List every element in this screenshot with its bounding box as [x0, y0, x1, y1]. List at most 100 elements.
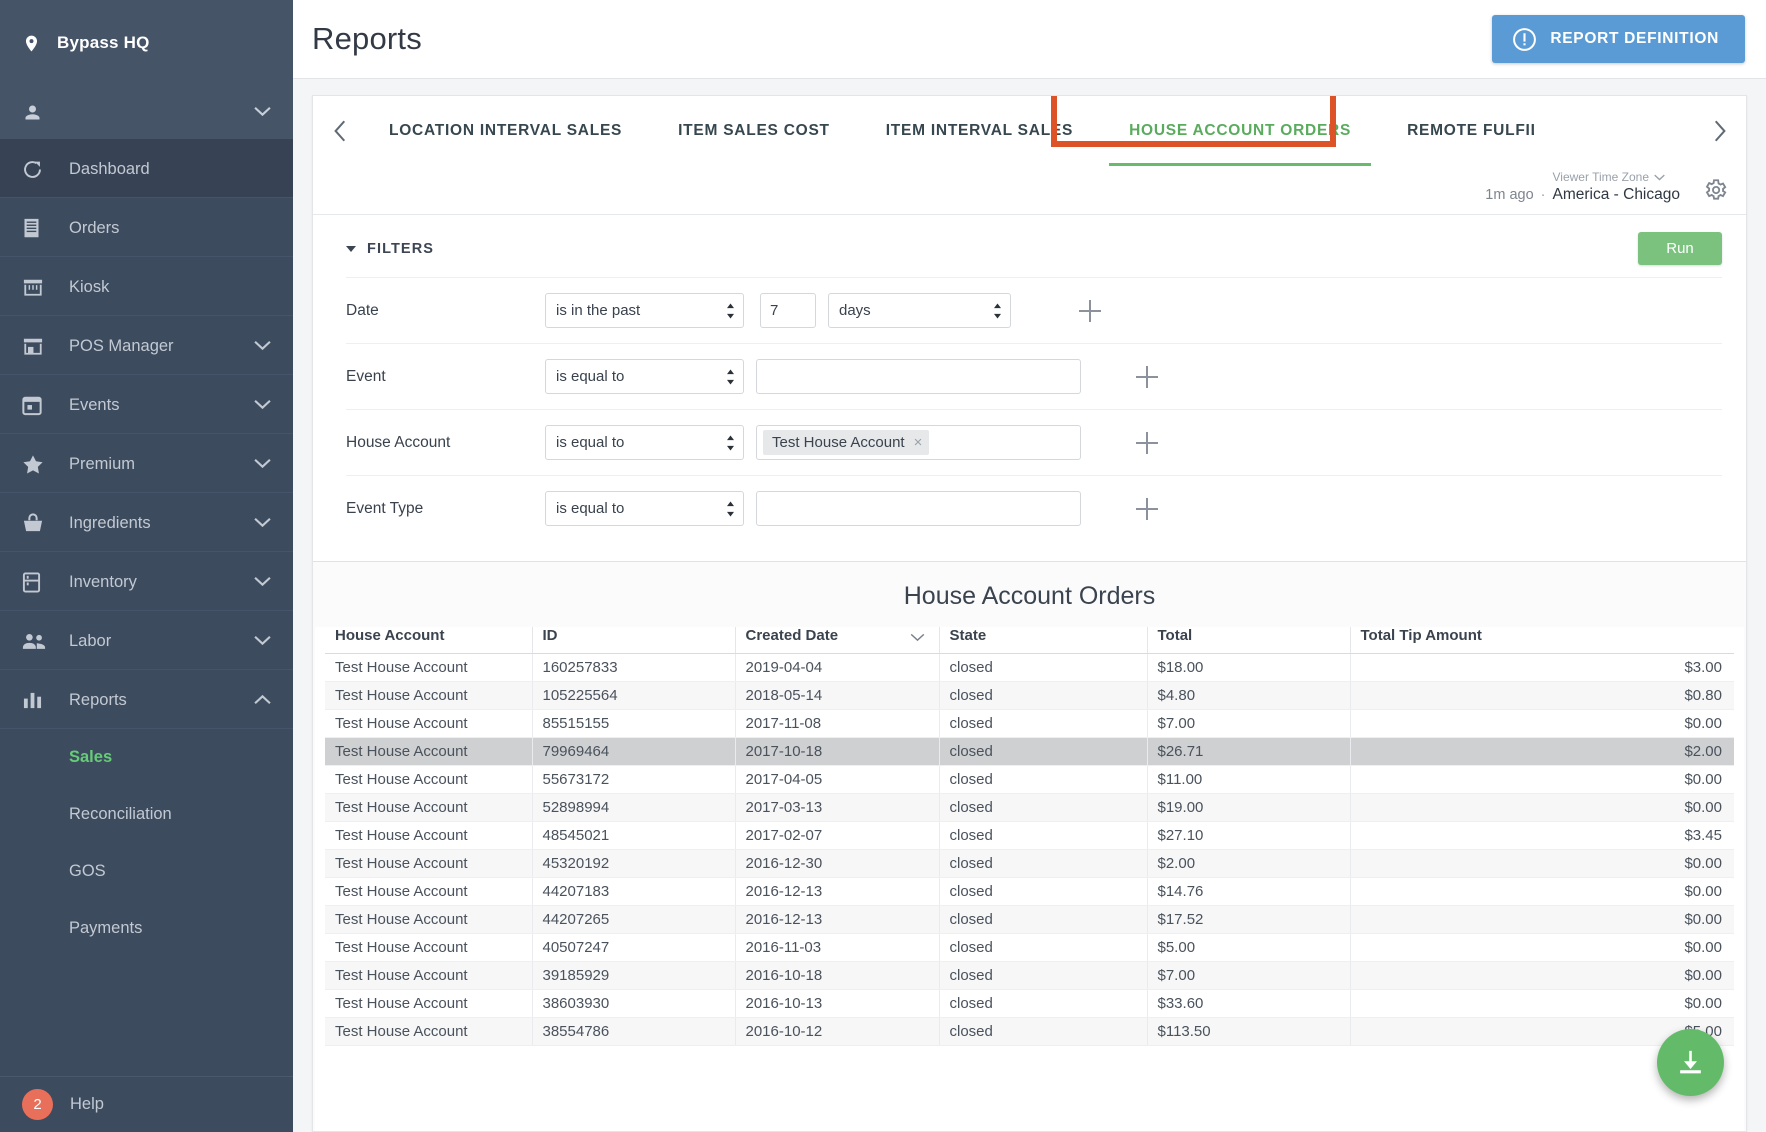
- sidebar-item-label: Premium: [69, 455, 254, 474]
- cell-tip: $0.00: [1350, 878, 1734, 906]
- chevron-down-icon: [910, 629, 925, 646]
- tab-item-interval-sales[interactable]: ITEM INTERVAL SALES: [858, 96, 1101, 166]
- cell-total: $17.52: [1147, 906, 1350, 934]
- cell-id: 55673172: [532, 766, 735, 794]
- content: LOCATION INTERVAL SALES ITEM SALES COST …: [293, 79, 1766, 1132]
- filter-event-value-input[interactable]: [756, 359, 1081, 394]
- table-row[interactable]: Test House Account 40507247 2016-11-03 c…: [325, 934, 1734, 962]
- column-header-house-account[interactable]: House Account: [325, 627, 532, 654]
- sidebar-subitem-gos[interactable]: GOS: [0, 843, 293, 900]
- table-row[interactable]: Test House Account 85515155 2017-11-08 c…: [325, 710, 1734, 738]
- sidebar-item-label: POS Manager: [69, 337, 254, 356]
- table-row[interactable]: Test House Account 44207265 2016-12-13 c…: [325, 906, 1734, 934]
- sidebar-item-labor[interactable]: Labor: [0, 611, 293, 670]
- add-filter-event-type-button[interactable]: [1136, 498, 1158, 520]
- filter-operator-house-account[interactable]: is equal to: [545, 425, 744, 460]
- sidebar-item-premium[interactable]: Premium: [0, 434, 293, 493]
- sidebar-item-reports[interactable]: Reports: [0, 670, 293, 729]
- table-row[interactable]: Test House Account 79969464 2017-10-18 c…: [325, 738, 1734, 766]
- cell-created-date: 2019-04-04: [735, 654, 939, 682]
- filters-header[interactable]: FILTERS Run: [346, 232, 1722, 265]
- download-fab-button[interactable]: [1657, 1029, 1724, 1096]
- cell-tip: $0.00: [1350, 766, 1734, 794]
- column-header-state[interactable]: State: [939, 627, 1147, 654]
- chevron-down-icon: [254, 573, 271, 592]
- viewer-time-zone-label: Viewer Time Zone: [1553, 170, 1666, 185]
- tabs-prev-arrow[interactable]: [319, 96, 361, 166]
- cell-tip: $3.00: [1350, 654, 1734, 682]
- close-icon[interactable]: ×: [914, 434, 923, 451]
- sidebar-user-menu[interactable]: [0, 86, 293, 139]
- cell-state: closed: [939, 710, 1147, 738]
- sidebar-subitem-sales[interactable]: Sales: [0, 729, 293, 786]
- filter-label-event-type: Event Type: [346, 500, 545, 518]
- gear-icon[interactable]: [1702, 177, 1728, 204]
- viewer-time-zone[interactable]: Viewer Time Zone America - Chicago: [1553, 170, 1681, 204]
- filter-operator-event-select[interactable]: is equal to: [545, 359, 744, 394]
- report-definition-label: REPORT DEFINITION: [1550, 30, 1719, 48]
- chevron-up-icon: [254, 691, 271, 710]
- tabs-next-arrow[interactable]: [1698, 96, 1740, 166]
- cell-id: 38603930: [532, 990, 735, 1018]
- table-row[interactable]: Test House Account 45320192 2016-12-30 c…: [325, 850, 1734, 878]
- table-row[interactable]: Test House Account 160257833 2019-04-04 …: [325, 654, 1734, 682]
- table-row[interactable]: Test House Account 48545021 2017-02-07 c…: [325, 822, 1734, 850]
- sidebar-item-inventory[interactable]: Inventory: [0, 552, 293, 611]
- filter-date-amount-input[interactable]: [760, 293, 816, 328]
- filter-house-account-token-field[interactable]: Test House Account ×: [756, 425, 1081, 460]
- sidebar-item-label: Kiosk: [69, 278, 271, 297]
- table-row[interactable]: Test House Account 38603930 2016-10-13 c…: [325, 990, 1734, 1018]
- cell-house-account: Test House Account: [325, 1018, 532, 1046]
- tab-remote-fulfillment[interactable]: REMOTE FULFILLMENT: [1379, 96, 1534, 166]
- sidebar-subitem-reconciliation[interactable]: Reconciliation: [0, 786, 293, 843]
- add-filter-event-button[interactable]: [1136, 366, 1158, 388]
- table-row[interactable]: Test House Account 44207183 2016-12-13 c…: [325, 878, 1734, 906]
- column-header-created-date[interactable]: Created Date: [735, 627, 939, 654]
- add-filter-house-account-button[interactable]: [1136, 432, 1158, 454]
- sidebar-item-dashboard[interactable]: Dashboard: [0, 139, 293, 198]
- tab-house-account-orders[interactable]: HOUSE ACCOUNT ORDERS: [1101, 96, 1379, 166]
- help-label: Help: [70, 1095, 104, 1114]
- chevron-down-icon: [254, 455, 271, 474]
- sidebar-item-ingredients[interactable]: Ingredients: [0, 493, 293, 552]
- add-filter-date-button[interactable]: [1079, 300, 1101, 322]
- filter-operator-event-type[interactable]: is equal to: [545, 491, 744, 526]
- cell-id: 44207265: [532, 906, 735, 934]
- cell-created-date: 2016-10-12: [735, 1018, 939, 1046]
- calendar-icon: [22, 395, 48, 416]
- table-row[interactable]: Test House Account 38554786 2016-10-12 c…: [325, 1018, 1734, 1046]
- filter-date-unit[interactable]: days: [828, 293, 1011, 328]
- tab-item-sales-cost[interactable]: ITEM SALES COST: [650, 96, 858, 166]
- cell-id: 39185929: [532, 962, 735, 990]
- results-table-wrapper[interactable]: House Account ID Created Date State: [315, 627, 1744, 1131]
- report-definition-button[interactable]: REPORT DEFINITION: [1492, 15, 1745, 63]
- sidebar-subitem-payments[interactable]: Payments: [0, 900, 293, 957]
- sidebar-help[interactable]: 2 Help: [0, 1076, 293, 1132]
- filter-operator-date[interactable]: is in the past: [545, 293, 744, 328]
- column-header-id[interactable]: ID: [532, 627, 735, 654]
- table-row[interactable]: Test House Account 39185929 2016-10-18 c…: [325, 962, 1734, 990]
- column-header-total-tip-amount[interactable]: Total Tip Amount: [1350, 627, 1734, 654]
- sidebar-item-events[interactable]: Events: [0, 375, 293, 434]
- table-row[interactable]: Test House Account 52898994 2017-03-13 c…: [325, 794, 1734, 822]
- column-header-total[interactable]: Total: [1147, 627, 1350, 654]
- table-row[interactable]: Test House Account 55673172 2017-04-05 c…: [325, 766, 1734, 794]
- sidebar-brand[interactable]: Bypass HQ: [0, 0, 293, 86]
- filter-operator-date-select[interactable]: is in the past: [545, 293, 744, 328]
- main-area: Reports REPORT DEFINITION LOCATION INTER…: [293, 0, 1766, 1132]
- table-row[interactable]: Test House Account 105225564 2018-05-14 …: [325, 682, 1734, 710]
- cell-state: closed: [939, 962, 1147, 990]
- cell-house-account: Test House Account: [325, 906, 532, 934]
- run-button[interactable]: Run: [1638, 232, 1722, 265]
- tab-location-interval-sales[interactable]: LOCATION INTERVAL SALES: [361, 96, 650, 166]
- sidebar-item-orders[interactable]: Orders: [0, 198, 293, 257]
- filter-operator-event[interactable]: is equal to: [545, 359, 744, 394]
- filter-operator-event-type-select[interactable]: is equal to: [545, 491, 744, 526]
- sidebar-item-label: Dashboard: [69, 160, 271, 179]
- filter-date-unit-select[interactable]: days: [828, 293, 1011, 328]
- sidebar-item-pos-manager[interactable]: POS Manager: [0, 316, 293, 375]
- filter-operator-house-account-select[interactable]: is equal to: [545, 425, 744, 460]
- cell-house-account: Test House Account: [325, 766, 532, 794]
- sidebar-item-kiosk[interactable]: Kiosk: [0, 257, 293, 316]
- filter-event-type-value-input[interactable]: [756, 491, 1081, 526]
